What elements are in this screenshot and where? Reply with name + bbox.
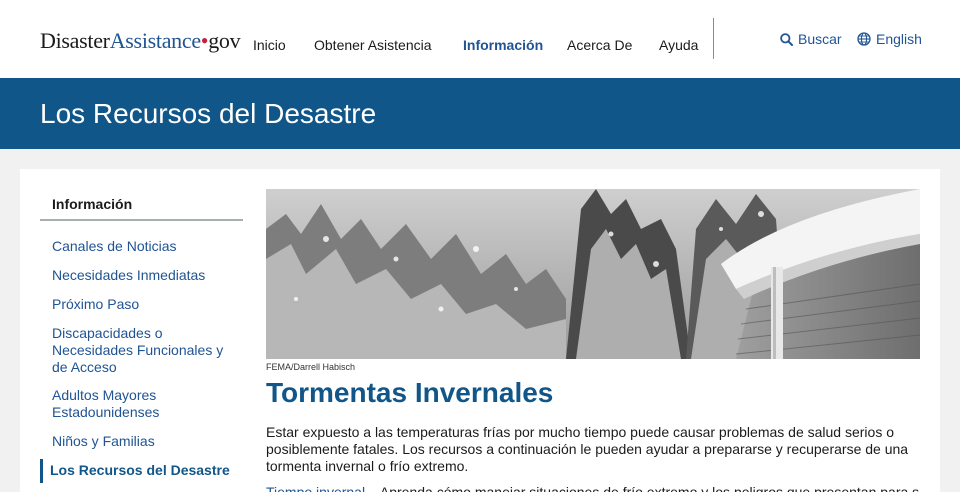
logo-part-1: Disaster <box>40 28 110 53</box>
resource-item: Tiempo invernal – Aprenda cómo manejar s… <box>266 484 920 492</box>
search-icon <box>780 32 793 46</box>
nav-obtener-asistencia[interactable]: Obtener Asistencia <box>314 37 432 53</box>
header-divider <box>713 18 714 59</box>
photo-credit: FEMA/Darrell Habisch <box>266 362 356 372</box>
logo-part-3: gov <box>208 28 241 53</box>
sidebar-item-necesidades-inmediatas[interactable]: Necesidades Inmediatas <box>52 267 237 284</box>
sidebar-heading: Información <box>52 196 133 212</box>
hero-photo <box>266 189 920 359</box>
language-label: English <box>876 31 922 47</box>
sidebar-divider <box>40 219 243 221</box>
nav-informacion[interactable]: Información <box>463 37 543 53</box>
sidebar-active-indicator <box>40 459 43 483</box>
nav-inicio[interactable]: Inicio <box>253 37 286 53</box>
resource-description: – Aprenda cómo manejar situaciones de fr… <box>365 484 920 492</box>
search-button[interactable]: Buscar <box>780 31 842 47</box>
sidebar-item-discapacidades[interactable]: Discapacidades o Necesidades Funcionales… <box>52 325 237 376</box>
page-title: Los Recursos del Desastre <box>40 98 377 129</box>
search-label: Buscar <box>798 31 842 47</box>
nav-ayuda[interactable]: Ayuda <box>659 37 698 53</box>
intro-paragraph: Estar expuesto a las temperaturas frías … <box>266 424 909 474</box>
sidebar-item-recursos-del-desastre[interactable]: Los Recursos del Desastre <box>50 462 235 479</box>
language-toggle[interactable]: English <box>857 31 922 47</box>
sidebar-item-adultos-mayores[interactable]: Adultos Mayores Estadounidenses <box>52 387 237 421</box>
site-logo[interactable]: DisasterAssistance•gov <box>40 28 241 54</box>
sidebar-item-canales-de-noticias[interactable]: Canales de Noticias <box>52 238 237 255</box>
logo-part-2: Assistance <box>109 28 201 53</box>
nav-acerca-de[interactable]: Acerca De <box>567 37 632 53</box>
globe-icon <box>857 32 871 46</box>
tiempo-invernal-link[interactable]: Tiempo invernal <box>266 484 365 492</box>
site-header: DisasterAssistance•gov Inicio Obtener As… <box>0 0 960 78</box>
section-title: Tormentas Invernales <box>266 377 554 408</box>
sidebar-item-proximo-paso[interactable]: Próximo Paso <box>52 296 237 313</box>
sidebar-item-ninos-y-familias[interactable]: Niños y Familias <box>52 433 237 450</box>
